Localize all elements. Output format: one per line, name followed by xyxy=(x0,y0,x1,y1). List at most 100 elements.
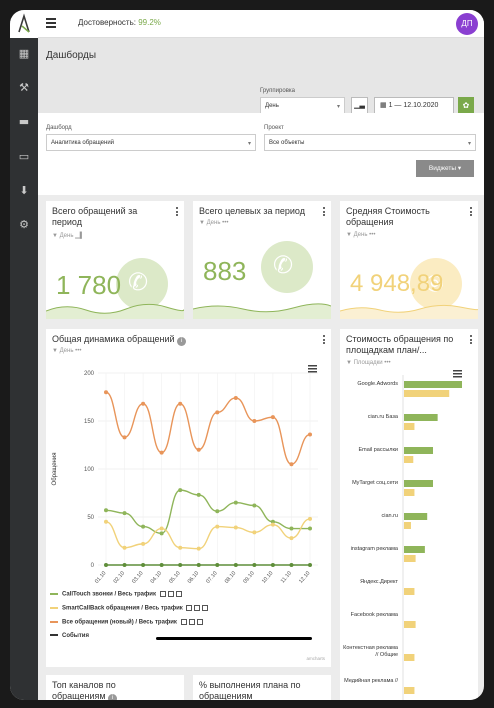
gear-icon[interactable]: ⚙ xyxy=(17,218,31,232)
logo[interactable] xyxy=(10,10,38,38)
bar-category-label: MyTarget соц.сети xyxy=(352,480,398,486)
dashboard-icon[interactable]: ▦ xyxy=(17,47,31,61)
bar-chart-icon[interactable] xyxy=(159,591,166,597)
kpi-card-target: Всего целевых за период ▼ День ••• ✆ 883 xyxy=(193,201,331,319)
chevron-down-icon: ▾ xyxy=(247,141,251,147)
x-tick-label: 11.10 xyxy=(280,570,293,584)
bar-category-label: cian.ru xyxy=(381,513,398,519)
more-icon[interactable] xyxy=(323,207,325,218)
date-range-value: 1 — 12.10.2020 xyxy=(388,102,439,109)
x-tick-label: 02.10 xyxy=(113,570,126,584)
data-point xyxy=(289,462,294,467)
topbar: Достоверность: 99.2% ДП xyxy=(38,10,484,38)
data-point xyxy=(104,508,108,513)
kpi-card-cost: Средняя Стоимость обращения ▼ День ••• ◎… xyxy=(340,201,478,319)
sidebar: ▦ ⚒ ▬ ▭ ⬇ ⚙ xyxy=(10,10,38,700)
bar xyxy=(404,588,415,595)
area-chart-icon[interactable] xyxy=(194,605,201,611)
line-chart-icon[interactable] xyxy=(196,619,203,625)
data-point xyxy=(104,390,108,395)
dashboard-select[interactable]: Аналитика обращений ▾ xyxy=(46,134,256,151)
line-chart-icon[interactable] xyxy=(202,605,209,611)
chart-sub: ▼ Площадки ••• xyxy=(346,360,391,366)
accuracy-label: Достоверность: xyxy=(78,18,136,27)
bar xyxy=(404,546,425,553)
avatar[interactable]: ДП xyxy=(456,13,478,35)
data-point xyxy=(252,503,257,508)
data-point xyxy=(215,563,220,567)
area-chart-icon[interactable] xyxy=(188,619,195,625)
bar xyxy=(404,513,428,520)
scrollbar[interactable] xyxy=(156,637,312,640)
line-chart-icon[interactable] xyxy=(175,591,182,597)
y-tick-label: 100 xyxy=(84,467,95,473)
bar-category-label: Контекстная реклама // Общие xyxy=(343,645,398,658)
top-channels-card: Топ каналов по обращениям i xyxy=(46,675,184,700)
data-point xyxy=(122,511,127,516)
bar-chart-icon[interactable] xyxy=(186,605,193,611)
more-icon[interactable] xyxy=(323,335,325,346)
chart-menu-icon[interactable] xyxy=(308,365,317,373)
legend-item[interactable]: CallTouch звонки / Весь трафик xyxy=(50,591,182,598)
bar xyxy=(404,381,462,388)
refresh-button[interactable]: ✿ xyxy=(458,97,474,114)
bar xyxy=(404,390,450,397)
comment-icon[interactable]: ▬ xyxy=(17,115,31,129)
info-icon[interactable]: i xyxy=(177,337,187,346)
data-point xyxy=(308,526,312,531)
data-point xyxy=(233,500,238,505)
bar-category-label: Facebook реклама xyxy=(350,612,398,618)
data-point xyxy=(159,450,164,455)
project-label: Проект xyxy=(264,125,284,131)
data-point xyxy=(233,395,238,400)
accuracy-value: 99.2% xyxy=(138,18,161,27)
x-tick-label: 03.10 xyxy=(131,570,144,584)
kpi-title: Всего обращений за период xyxy=(52,206,138,227)
widgets-button[interactable]: Виджеты ▾ xyxy=(416,160,474,177)
bar xyxy=(404,456,414,463)
chat-icon[interactable]: ▭ xyxy=(17,150,31,164)
area-chart-icon[interactable] xyxy=(167,591,174,597)
y-tick-label: 200 xyxy=(84,371,95,377)
legend-item[interactable]: Все обращения (новый) / Весь трафик xyxy=(50,619,203,626)
plan-percent-card: % выполнения плана по обращениям xyxy=(193,675,331,700)
more-icon[interactable] xyxy=(176,207,178,218)
widgets-button-label: Виджеты xyxy=(428,165,457,172)
chart-type-button[interactable]: ▁▃ xyxy=(351,97,368,114)
info-icon[interactable]: i xyxy=(108,694,118,700)
app-window: ▦ ⚒ ▬ ▭ ⬇ ⚙ Достоверность: 99.2% ДП Дашб… xyxy=(10,10,484,700)
kpi-sub: ▼ День ••• xyxy=(199,220,229,226)
menu-icon[interactable] xyxy=(46,18,56,28)
date-range-picker[interactable]: ▦ 1 — 12.10.2020 xyxy=(374,97,454,114)
more-icon[interactable] xyxy=(470,335,472,346)
data-point xyxy=(159,531,164,536)
data-point xyxy=(122,545,127,550)
data-point xyxy=(252,530,257,535)
data-point xyxy=(141,541,146,546)
more-icon[interactable] xyxy=(470,207,472,218)
main-content: Дашборды Группировка День ▾ ▁▃ ▦ 1 — 12.… xyxy=(38,38,484,700)
bar xyxy=(404,489,415,496)
bar xyxy=(404,447,433,454)
data-point xyxy=(104,519,108,524)
wrench-icon[interactable]: ⚒ xyxy=(17,81,31,95)
data-point xyxy=(122,563,127,567)
bar xyxy=(404,654,415,661)
bar xyxy=(404,414,438,421)
bar-chart-icon[interactable] xyxy=(180,619,187,625)
chart-title: Стоимость обращения по площадкам план/..… xyxy=(346,334,454,355)
project-select[interactable]: Все объекты ▾ xyxy=(264,134,476,151)
bar xyxy=(404,621,416,628)
y-axis-label: Обращения xyxy=(52,453,58,486)
project-value: Все объекты xyxy=(269,140,305,146)
data-point xyxy=(196,563,201,567)
grouping-select[interactable]: День ▾ xyxy=(260,97,345,114)
data-point xyxy=(215,524,220,529)
legend-item[interactable]: SmartCallBack обращения / Весь трафик xyxy=(50,605,209,612)
data-point xyxy=(178,545,183,550)
data-point xyxy=(289,526,294,531)
chevron-down-icon: ▾ xyxy=(336,104,340,110)
download-icon[interactable]: ⬇ xyxy=(17,184,31,198)
x-tick-label: 09.10 xyxy=(242,570,255,584)
legend-item[interactable]: События xyxy=(50,633,89,639)
